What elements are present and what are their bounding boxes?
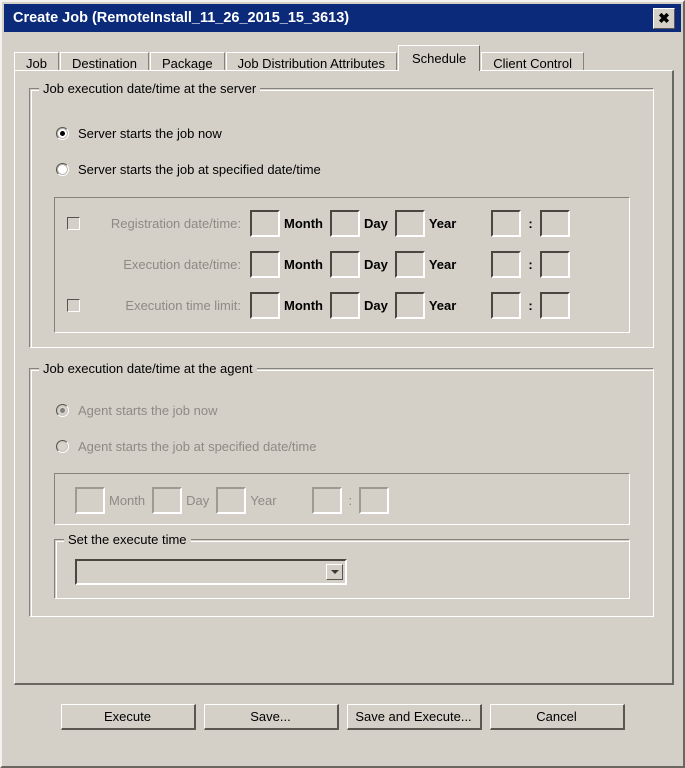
row-execution-datetime: Execution date/time: Month Day Year : bbox=[67, 250, 570, 278]
limit-minute-input[interactable] bbox=[539, 291, 570, 319]
month-unit-label: Month bbox=[284, 256, 323, 272]
radio-server-specified[interactable]: Server starts the job at specified date/… bbox=[56, 162, 321, 177]
execution-day-input[interactable] bbox=[329, 250, 360, 278]
window-title: Create Job (RemoteInstall_11_26_2015_15_… bbox=[13, 10, 350, 26]
create-job-dialog: Create Job (RemoteInstall_11_26_2015_15_… bbox=[0, 0, 685, 768]
button-label: Save and Execute... bbox=[355, 709, 472, 724]
limit-hour-input[interactable] bbox=[491, 291, 522, 319]
server-datetime-panel: Registration date/time: Month Day Year :… bbox=[54, 197, 630, 333]
agent-execution-group: Job execution date/time at the agent Age… bbox=[29, 361, 654, 617]
save-and-execute-button[interactable]: Save and Execute... bbox=[346, 704, 482, 730]
tab-strip: Job Destination Package Job Distribution… bbox=[14, 44, 674, 74]
radio-server-now[interactable]: Server starts the job now bbox=[56, 126, 222, 141]
save-button[interactable]: Save... bbox=[203, 704, 339, 730]
year-unit-label: Year bbox=[428, 215, 457, 231]
agent-execution-group-title: Job execution date/time at the agent bbox=[39, 361, 257, 376]
limit-day-input[interactable] bbox=[329, 291, 360, 319]
year-unit-label: Year bbox=[428, 297, 457, 313]
tab-label: Client Control bbox=[493, 56, 572, 71]
close-icon[interactable]: ✖ bbox=[653, 7, 675, 29]
set-execute-time-group: Set the execute time bbox=[54, 532, 630, 599]
tab-label: Job bbox=[26, 56, 47, 71]
agent-datetime-panel: Month Day Year : bbox=[54, 473, 630, 525]
month-unit-label: Month bbox=[284, 297, 323, 313]
titlebar[interactable]: Create Job (RemoteInstall_11_26_2015_15_… bbox=[4, 4, 681, 32]
day-unit-label: Day bbox=[363, 297, 388, 313]
radio-label: Agent starts the job now bbox=[78, 403, 218, 418]
year-unit-label: Year bbox=[428, 256, 457, 272]
schedule-panel: Job execution date/time at the server Se… bbox=[14, 70, 674, 685]
button-label: Save... bbox=[250, 709, 291, 724]
tab-schedule[interactable]: Schedule bbox=[398, 45, 481, 71]
month-unit-label: Month bbox=[284, 215, 323, 231]
tab-label: Job Distribution Attributes bbox=[237, 56, 386, 71]
execute-time-combo[interactable] bbox=[75, 559, 347, 585]
row-registration-datetime: Registration date/time: Month Day Year : bbox=[67, 209, 570, 237]
tab-label: Package bbox=[162, 56, 213, 71]
dialog-button-bar: Execute Save... Save and Execute... Canc… bbox=[2, 704, 683, 730]
close-glyph: ✖ bbox=[658, 10, 670, 26]
time-separator: : bbox=[528, 215, 533, 231]
radio-label: Server starts the job at specified date/… bbox=[78, 162, 321, 177]
limit-year-input[interactable] bbox=[394, 291, 425, 319]
row-label: Execution time limit: bbox=[125, 297, 241, 313]
radio-icon[interactable] bbox=[56, 404, 69, 417]
registration-year-input[interactable] bbox=[394, 209, 425, 237]
registration-month-input[interactable] bbox=[250, 209, 280, 237]
radio-agent-now[interactable]: Agent starts the job now bbox=[56, 403, 217, 418]
year-unit-label: Year bbox=[250, 492, 277, 508]
cancel-button[interactable]: Cancel bbox=[489, 704, 625, 730]
month-unit-label: Month bbox=[109, 492, 146, 508]
row-label: Registration date/time: bbox=[110, 215, 241, 231]
radio-label: Server starts the job now bbox=[78, 126, 222, 141]
time-separator: : bbox=[348, 492, 353, 508]
row-agent-datetime: Month Day Year : bbox=[75, 486, 390, 514]
limit-month-input[interactable] bbox=[250, 291, 280, 319]
execution-minute-input[interactable] bbox=[539, 250, 570, 278]
registration-day-input[interactable] bbox=[329, 209, 360, 237]
execution-month-input[interactable] bbox=[250, 250, 280, 278]
radio-icon[interactable] bbox=[56, 127, 69, 140]
radio-icon[interactable] bbox=[56, 163, 69, 176]
day-unit-label: Day bbox=[363, 256, 388, 272]
execute-button[interactable]: Execute bbox=[60, 704, 196, 730]
row-label: Execution date/time: bbox=[123, 256, 241, 272]
chevron-down-icon[interactable] bbox=[326, 564, 343, 580]
radio-label: Agent starts the job at specified date/t… bbox=[78, 439, 317, 454]
execution-year-input[interactable] bbox=[394, 250, 425, 278]
button-label: Cancel bbox=[536, 709, 577, 724]
radio-agent-specified[interactable]: Agent starts the job at specified date/t… bbox=[56, 439, 316, 454]
tab-label: Destination bbox=[71, 56, 138, 71]
registration-datetime-checkbox[interactable] bbox=[67, 216, 80, 230]
execution-time-limit-checkbox[interactable] bbox=[67, 298, 80, 312]
server-execution-group: Job execution date/time at the server Se… bbox=[29, 81, 654, 348]
tab-label: Schedule bbox=[412, 51, 467, 66]
registration-minute-input[interactable] bbox=[539, 209, 570, 237]
agent-year-input[interactable] bbox=[216, 486, 247, 514]
day-unit-label: Day bbox=[363, 215, 388, 231]
row-execution-time-limit: Execution time limit: Month Day Year : bbox=[67, 291, 570, 319]
button-label: Execute bbox=[104, 709, 151, 724]
agent-month-input[interactable] bbox=[75, 486, 105, 514]
agent-day-input[interactable] bbox=[152, 486, 183, 514]
registration-hour-input[interactable] bbox=[491, 209, 522, 237]
time-separator: : bbox=[528, 297, 533, 313]
execution-hour-input[interactable] bbox=[491, 250, 522, 278]
time-separator: : bbox=[528, 256, 533, 272]
agent-hour-input[interactable] bbox=[311, 486, 342, 514]
day-unit-label: Day bbox=[186, 492, 210, 508]
set-execute-time-group-title: Set the execute time bbox=[64, 532, 191, 547]
agent-minute-input[interactable] bbox=[359, 486, 390, 514]
server-execution-group-title: Job execution date/time at the server bbox=[39, 81, 261, 96]
radio-icon[interactable] bbox=[56, 440, 69, 453]
